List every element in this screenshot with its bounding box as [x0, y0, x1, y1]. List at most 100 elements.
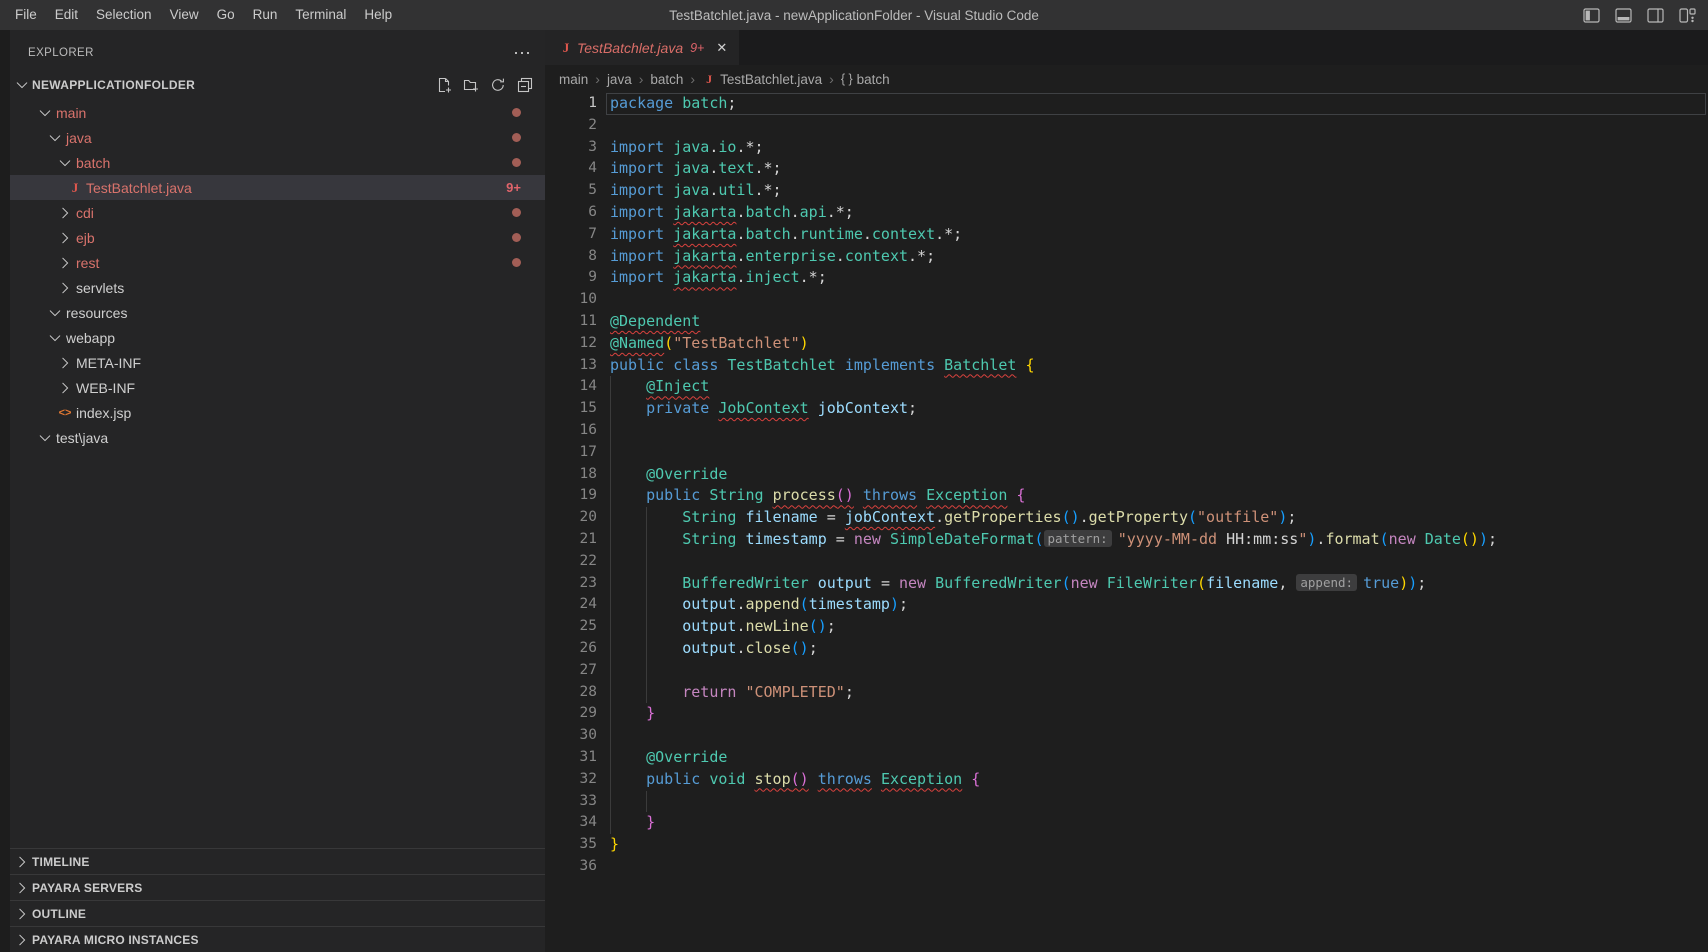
line-number[interactable]: 25 — [545, 616, 597, 638]
more-actions-icon[interactable]: ⋯ — [513, 48, 531, 58]
breadcrumb-batch-2[interactable]: batch — [650, 72, 683, 87]
line-number[interactable]: 15 — [545, 398, 597, 420]
line-number[interactable]: 21 — [545, 529, 597, 551]
line-number[interactable]: 9 — [545, 267, 597, 289]
tree-item-test-java[interactable]: test\java — [10, 425, 545, 450]
line-number[interactable]: 32 — [545, 769, 597, 791]
tab-close-icon[interactable]: ✕ — [716, 40, 727, 56]
line-number[interactable]: 29 — [545, 703, 597, 725]
tree-item-webapp[interactable]: webapp — [10, 325, 545, 350]
menu-run[interactable]: Run — [244, 0, 287, 30]
menu-file[interactable]: File — [6, 0, 46, 30]
line-number[interactable]: 8 — [545, 246, 597, 268]
line-content[interactable]: output.append(timestamp); — [610, 594, 908, 616]
line-number[interactable]: 24 — [545, 594, 597, 616]
new-folder-icon[interactable] — [463, 77, 479, 93]
line-content[interactable]: BufferedWriter output = new BufferedWrit… — [610, 573, 1426, 595]
line-number[interactable]: 34 — [545, 812, 597, 834]
line-number[interactable]: 33 — [545, 791, 597, 813]
toggle-secondary-sidebar-icon[interactable] — [1647, 8, 1664, 23]
line-number[interactable]: 31 — [545, 747, 597, 769]
customize-layout-icon[interactable] — [1679, 8, 1696, 23]
breadcrumb-batch-4[interactable]: { }batch — [841, 72, 890, 87]
line-content[interactable]: return "COMPLETED"; — [610, 682, 854, 704]
tree-item-testbatchlet-java[interactable]: JTestBatchlet.java9+ — [10, 175, 545, 200]
line-number[interactable]: 27 — [545, 660, 597, 682]
section-timeline[interactable]: TIMELINE — [10, 848, 545, 874]
tree-item-index-jsp[interactable]: <>index.jsp — [10, 400, 545, 425]
line-content[interactable]: output.newLine(); — [610, 616, 836, 638]
line-content[interactable]: import jakarta.enterprise.context.*; — [610, 246, 935, 268]
line-content[interactable]: import jakarta.batch.runtime.context.*; — [610, 224, 962, 246]
line-number[interactable]: 17 — [545, 442, 597, 464]
line-content[interactable]: import jakarta.batch.api.*; — [610, 202, 854, 224]
tree-item-servlets[interactable]: servlets — [10, 275, 545, 300]
line-number[interactable]: 7 — [545, 224, 597, 246]
line-content[interactable]: package batch; — [610, 93, 736, 115]
line-content[interactable]: import jakarta.inject.*; — [610, 267, 827, 289]
tree-item-rest[interactable]: rest — [10, 250, 545, 275]
menu-edit[interactable]: Edit — [46, 0, 87, 30]
line-number[interactable]: 1 — [545, 93, 597, 115]
line-number[interactable]: 20 — [545, 507, 597, 529]
line-number[interactable]: 12 — [545, 333, 597, 355]
refresh-explorer-icon[interactable] — [490, 77, 506, 93]
line-content[interactable]: } — [610, 703, 655, 725]
line-number[interactable]: 6 — [545, 202, 597, 224]
tree-item-batch[interactable]: batch — [10, 150, 545, 175]
line-number[interactable]: 30 — [545, 725, 597, 747]
line-number[interactable]: 19 — [545, 485, 597, 507]
tree-item-resources[interactable]: resources — [10, 300, 545, 325]
tree-item-cdi[interactable]: cdi — [10, 200, 545, 225]
toggle-primary-sidebar-icon[interactable] — [1583, 8, 1600, 23]
line-content[interactable]: public class TestBatchlet implements Bat… — [610, 355, 1034, 377]
line-number[interactable]: 14 — [545, 376, 597, 398]
breadcrumb-main-0[interactable]: main — [559, 72, 588, 87]
line-number[interactable]: 36 — [545, 856, 597, 878]
menu-view[interactable]: View — [161, 0, 208, 30]
line-content[interactable]: import java.util.*; — [610, 180, 782, 202]
line-content[interactable]: } — [610, 812, 655, 834]
menu-help[interactable]: Help — [355, 0, 401, 30]
line-content[interactable]: output.close(); — [610, 638, 818, 660]
menu-terminal[interactable]: Terminal — [286, 0, 355, 30]
section-outline[interactable]: OUTLINE — [10, 900, 545, 926]
line-content[interactable]: private JobContext jobContext; — [610, 398, 917, 420]
menu-go[interactable]: Go — [208, 0, 244, 30]
breadcrumb-java-1[interactable]: java — [607, 72, 632, 87]
line-number[interactable]: 16 — [545, 420, 597, 442]
line-number[interactable]: 4 — [545, 158, 597, 180]
line-number[interactable]: 2 — [545, 115, 597, 137]
line-content[interactable]: @Inject — [610, 376, 709, 398]
workspace-folder-header[interactable]: NEWAPPLICATIONFOLDER — [10, 74, 545, 96]
line-number[interactable]: 28 — [545, 682, 597, 704]
line-number[interactable]: 10 — [545, 289, 597, 311]
line-content[interactable]: @Override — [610, 747, 727, 769]
line-number[interactable]: 26 — [545, 638, 597, 660]
line-content[interactable]: import java.text.*; — [610, 158, 782, 180]
section-payara-servers[interactable]: PAYARA SERVERS — [10, 874, 545, 900]
line-number[interactable]: 11 — [545, 311, 597, 333]
line-content[interactable]: @Override — [610, 464, 727, 486]
line-number[interactable]: 22 — [545, 551, 597, 573]
breadcrumb-testbatchlet-java-3[interactable]: JTestBatchlet.java — [702, 72, 822, 87]
line-content[interactable]: public void stop() throws Exception { — [610, 769, 980, 791]
line-content[interactable]: } — [610, 834, 619, 856]
line-number[interactable]: 3 — [545, 137, 597, 159]
collapse-folders-icon[interactable] — [517, 77, 533, 93]
section-payara-micro-instances[interactable]: PAYARA MICRO INSTANCES — [10, 926, 545, 952]
new-file-icon[interactable] — [436, 77, 452, 93]
line-number[interactable]: 5 — [545, 180, 597, 202]
menu-selection[interactable]: Selection — [87, 0, 161, 30]
line-content[interactable]: import java.io.*; — [610, 137, 764, 159]
line-number[interactable]: 13 — [545, 355, 597, 377]
line-content[interactable]: @Named("TestBatchlet") — [610, 333, 809, 355]
line-content[interactable]: @Dependent — [610, 311, 700, 333]
tree-item-main[interactable]: main — [10, 100, 545, 125]
tree-item-web-inf[interactable]: WEB-INF — [10, 375, 545, 400]
tab-testbatchlet[interactable]: J TestBatchlet.java 9+ ✕ — [545, 30, 739, 65]
tree-item-ejb[interactable]: ejb — [10, 225, 545, 250]
line-number[interactable]: 35 — [545, 834, 597, 856]
toggle-panel-icon[interactable] — [1615, 8, 1632, 23]
line-content[interactable]: String filename = jobContext.getProperti… — [610, 507, 1296, 529]
